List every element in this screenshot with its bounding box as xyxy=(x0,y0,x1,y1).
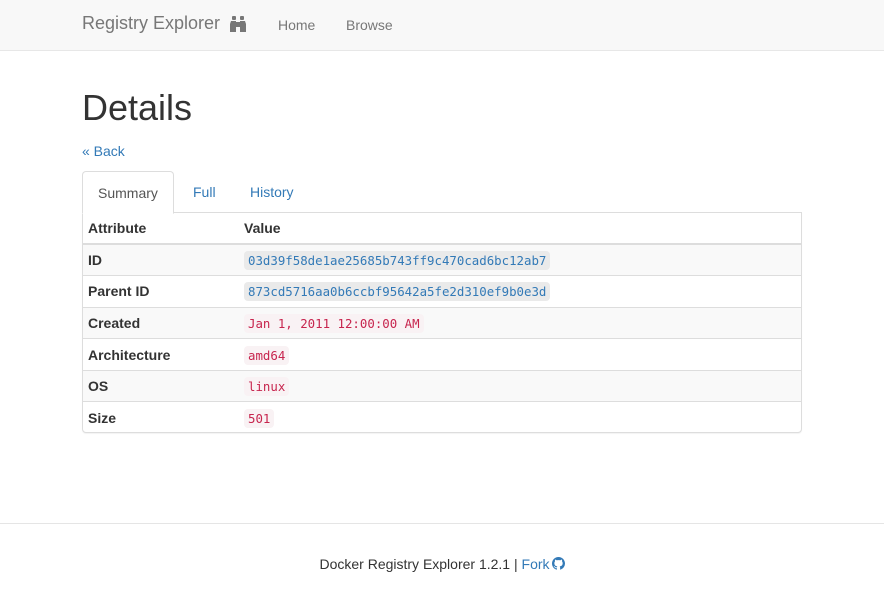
row-attribute: ID xyxy=(88,252,102,269)
tab-history[interactable]: History xyxy=(235,171,309,213)
header-attribute: Attribute xyxy=(83,213,239,245)
tab-full[interactable]: Full xyxy=(178,171,231,213)
os-value: linux xyxy=(244,377,290,397)
created-value: Jan 1, 2011 12:00:00 AM xyxy=(244,313,424,333)
footer-separator: | xyxy=(514,556,518,572)
parent-id-link[interactable]: 873cd5716aa0b6ccbf95642a5fe2d310ef9b0e3d xyxy=(244,282,551,302)
table-row: Size 501 xyxy=(83,401,801,432)
row-attribute: OS xyxy=(83,369,239,402)
tab-summary[interactable]: Summary xyxy=(82,171,174,214)
back-link[interactable]: « Back xyxy=(82,143,125,159)
table-row: Parent ID 873cd5716aa0b6ccbf95642a5fe2d3… xyxy=(83,275,801,308)
row-attribute: Parent ID xyxy=(83,275,239,308)
table-row: Architecture amd64 xyxy=(83,338,801,371)
github-icon xyxy=(551,557,565,570)
brand-name: Registry Explorer xyxy=(82,13,221,33)
id-link[interactable]: 03d39f58de1ae25685b743ff9c470cad6bc12ab7 xyxy=(244,251,551,271)
tab-bar: Summary Full History xyxy=(82,171,802,214)
row-attribute: Architecture xyxy=(83,338,239,371)
table-row: OS linux xyxy=(83,369,801,402)
architecture-value: amd64 xyxy=(244,345,290,365)
table-row: Created Jan 1, 2011 12:00:00 AM xyxy=(83,306,801,339)
fork-label: Fork xyxy=(521,556,550,572)
binoculars-icon xyxy=(229,15,247,33)
row-attribute: Size xyxy=(83,401,239,432)
size-value: 501 xyxy=(244,409,275,429)
page-title: Details xyxy=(82,87,193,128)
footer-text: Docker Registry Explorer 1.2.1 | Fork xyxy=(0,556,884,572)
navbar: Registry Explorer Home Browse xyxy=(0,0,884,51)
row-attribute: Created xyxy=(83,306,239,339)
footer-version: Docker Registry Explorer 1.2.1 xyxy=(319,556,511,572)
table-row: ID 03d39f58de1ae25685b743ff9c470cad6bc12… xyxy=(83,244,801,276)
fork-link[interactable]: Fork xyxy=(522,556,565,572)
header-value: Value xyxy=(239,213,801,245)
details-table: Attribute Value ID 03d39f58de1ae25685b74… xyxy=(83,213,801,432)
footer: Docker Registry Explorer 1.2.1 | Fork xyxy=(0,523,884,616)
nav-browse[interactable]: Browse xyxy=(346,17,393,33)
details-panel: Attribute Value ID 03d39f58de1ae25685b74… xyxy=(82,212,802,433)
brand-link[interactable]: Registry Explorer xyxy=(82,13,247,34)
nav-home[interactable]: Home xyxy=(278,17,315,33)
